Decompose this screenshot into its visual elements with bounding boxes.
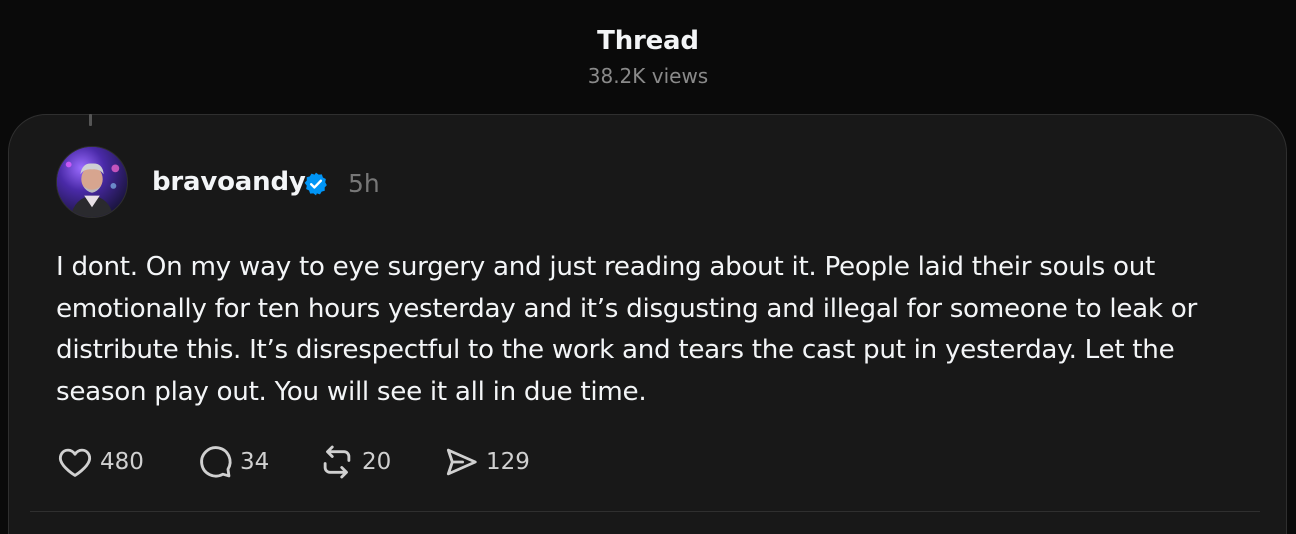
post-body-text: I dont. On my way to eye surgery and jus… (56, 252, 1197, 407)
like-button[interactable]: 480 (56, 440, 144, 484)
thread-header: Thread 38.2K views (0, 0, 1296, 114)
repost-button[interactable]: 20 (318, 440, 391, 484)
post-divider (30, 511, 1260, 512)
reply-count: 34 (240, 449, 270, 475)
views-count: 38.2K views (587, 64, 709, 88)
post-timestamp: 5h (348, 169, 380, 198)
username[interactable]: bravoandy (152, 167, 306, 197)
heart-icon (58, 448, 92, 477)
thread-connector-line (89, 114, 92, 126)
send-icon (446, 448, 477, 476)
avatar-image (57, 147, 127, 217)
reply-button[interactable]: 34 (196, 440, 269, 484)
like-count: 480 (100, 449, 144, 475)
page-title: Thread (597, 26, 699, 56)
repost-icon (323, 445, 351, 479)
repost-count: 20 (362, 449, 392, 475)
share-count: 129 (486, 449, 530, 475)
share-button[interactable]: 129 (442, 440, 530, 484)
post-actions-bar: 480 34 20 129 (56, 440, 656, 484)
avatar[interactable] (56, 146, 128, 218)
verified-badge-icon (304, 172, 327, 196)
comment-bubble-icon (200, 446, 232, 478)
